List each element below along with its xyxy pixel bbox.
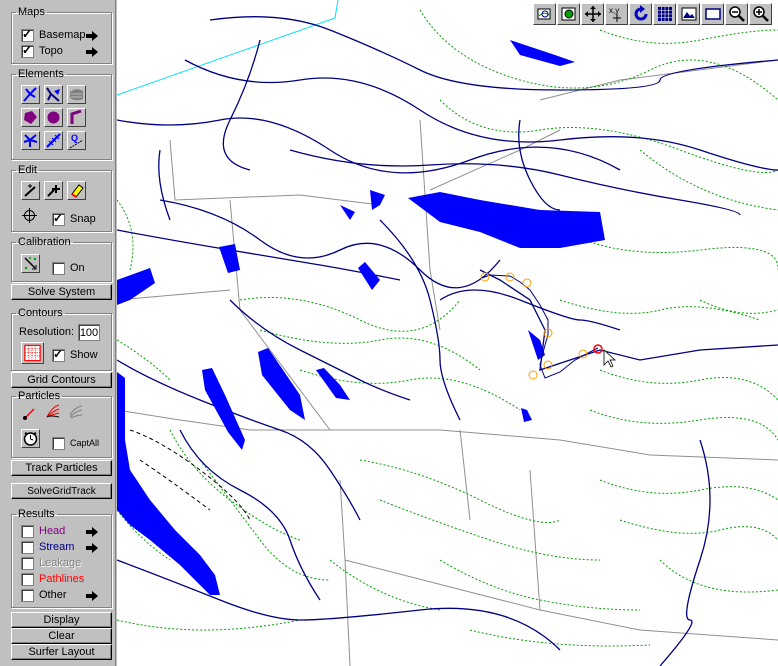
captall-checkbox[interactable]: CaptAll [52,435,99,451]
head-check-box[interactable] [21,524,34,538]
topo-check-box[interactable] [21,43,34,58]
grid-icon[interactable] [653,3,676,25]
contour-grid-tool-icon[interactable] [21,342,44,364]
calibration-target-tool-icon[interactable] [21,254,40,273]
head-result-checkbox[interactable]: Head [21,523,65,539]
stream-label: Stream [39,541,75,553]
particle-circle-tool-icon[interactable] [67,403,86,422]
stream-network-tool-icon[interactable] [21,85,40,104]
basemap-check-box[interactable] [21,27,34,42]
edit-line-tool-icon[interactable] [21,181,40,200]
svg-text:x,y: x,y [609,6,619,15]
results-title: Results [18,508,55,520]
calibration-on-label: On [70,262,85,274]
captall-label: CaptAll [70,438,100,448]
eraser-tool-icon[interactable] [67,181,86,200]
track-particles-button[interactable]: Track Particles [11,460,112,476]
basemap-options-arrow-icon[interactable] [84,29,99,42]
leakage-label: Leakage [39,557,82,569]
show-contours-label: Show [70,349,98,361]
clear-button[interactable]: Clear [11,628,112,644]
drain-tool-icon[interactable] [44,131,63,150]
calibration-title: Calibration [18,236,71,248]
cyan-boundary-line [117,0,339,96]
calibration-on-checkbox[interactable]: On [52,260,85,276]
pathlines-check-box[interactable] [21,572,34,586]
crosshair-tool-icon[interactable] [21,207,40,226]
time-markers-clock-icon[interactable] [21,429,40,448]
window-icon[interactable] [701,3,724,25]
resolution-label: Resolution: [19,326,75,338]
particle-pathline [481,274,599,379]
maps-title: Maps [18,6,45,18]
river-tool-icon[interactable] [44,85,63,104]
head-options-arrow-icon[interactable] [84,525,99,538]
zoom-to-extent-icon[interactable] [533,3,556,25]
map-drawing [117,0,778,666]
calibration-on-check-box[interactable] [52,261,65,275]
snap-label: Snap [70,213,96,225]
captall-check-box[interactable] [52,436,65,450]
snap-check-box[interactable] [52,211,65,226]
surfer-layout-button[interactable]: Surfer Layout [11,644,112,660]
elements-title: Elements [18,68,64,80]
lake-tool-icon[interactable] [21,108,40,127]
pathlines-label: Pathlines [39,573,85,585]
zoom-layer-icon[interactable] [557,3,580,25]
particle-line-tool-icon[interactable] [44,403,63,422]
topo-checkbox[interactable]: Topo [21,43,63,59]
xy-coordinates-icon[interactable]: x,y [605,3,628,25]
stream-result-checkbox[interactable]: Stream [21,539,74,555]
pan-icon[interactable] [581,3,604,25]
zoom-in-icon[interactable] [749,3,772,25]
pathlines-result-checkbox[interactable]: Pathlines [21,571,84,587]
show-contours-checkbox[interactable]: Show [52,347,98,363]
single-particle-tool-icon[interactable] [21,405,40,424]
basemap-label: Basemap [39,29,86,41]
stream-check-box[interactable] [21,540,34,554]
control-panel: Maps Basemap Topo Elements Q Edit Snap C… [0,0,116,666]
snap-checkbox[interactable]: Snap [52,211,96,227]
contours-title: Contours [18,307,63,319]
topo-label: Topo [39,45,63,57]
resolution-input[interactable]: 100 [78,324,100,341]
stream-options-arrow-icon[interactable] [84,541,99,554]
map-toolbar: x,y [533,3,772,25]
topo-contour-lines [117,9,778,647]
river-lines [117,16,778,666]
head-label: Head [39,525,66,537]
other-options-arrow-icon[interactable] [84,589,99,602]
line-sink-tool-icon[interactable] [67,108,86,127]
leakage-result-checkbox[interactable]: Leakage [21,555,81,571]
zoom-out-icon[interactable] [725,3,748,25]
particles-title: Particles [18,390,61,402]
add-vertex-tool-icon[interactable] [44,181,63,200]
redraw-icon[interactable] [629,3,652,25]
svg-text:Q: Q [71,133,78,143]
grid-contours-button[interactable]: Grid Contours [11,372,112,388]
show-contours-check-box[interactable] [52,347,65,362]
topo-options-arrow-icon[interactable] [84,45,99,58]
display-button[interactable]: Display [11,612,112,628]
map-image-icon[interactable] [677,3,700,25]
other-check-box[interactable] [21,588,34,602]
basemap-checkbox[interactable]: Basemap [21,27,85,43]
spring-tool-icon[interactable] [21,131,40,150]
leakage-check-box[interactable] [21,556,34,570]
area-sink-tool-icon[interactable] [67,85,86,104]
solve-grid-track-button[interactable]: SolveGridTrack [11,483,112,499]
solve-system-button[interactable]: Solve System [11,284,112,300]
lake-polygons [117,40,605,595]
other-result-checkbox[interactable]: Other [21,587,67,603]
query-tool-icon[interactable]: Q [67,131,86,150]
well-tool-icon[interactable] [44,108,63,127]
edit-title: Edit [18,164,37,176]
other-label: Other [39,589,67,601]
map-canvas[interactable]: x,y [117,0,778,666]
